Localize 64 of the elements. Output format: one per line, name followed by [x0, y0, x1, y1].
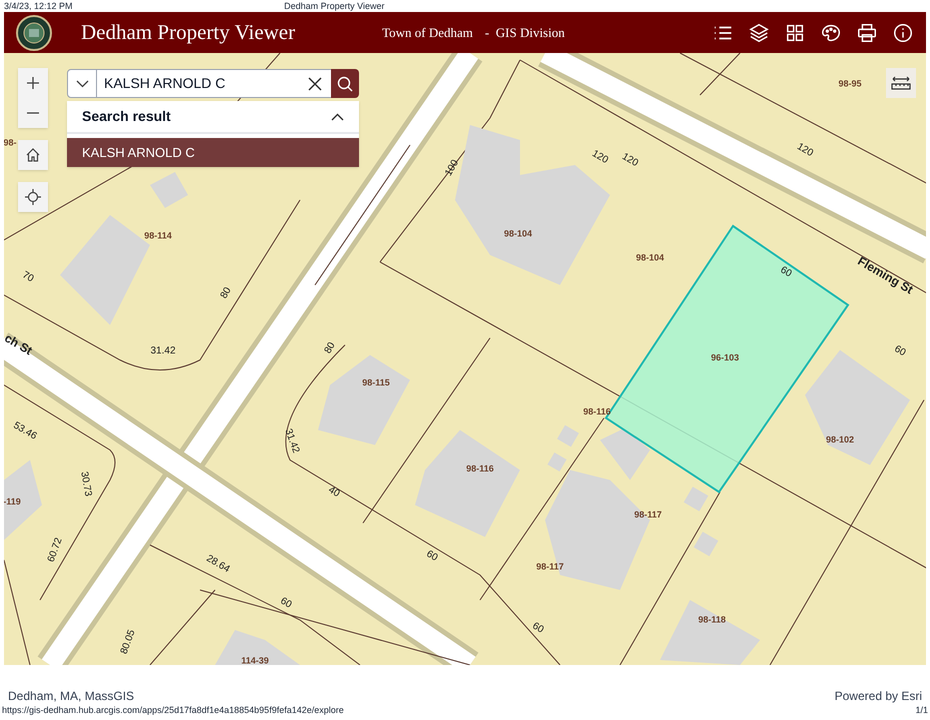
chevron-up-icon	[331, 112, 344, 120]
page-url: https://gis-dedham.hub.arcgis.com/apps/25d17fa8df1e4a18854b95f9fefa142e/explore	[2, 705, 344, 715]
dimension-label: 120	[620, 151, 640, 170]
search-field[interactable]: KALSH ARNOLD C	[97, 69, 299, 98]
print-date: 3/4/23, 12:12 PM	[4, 0, 73, 12]
map-attribution: Dedham, MA, MassGIS	[8, 689, 134, 703]
dimension-label: 30.73	[78, 470, 94, 498]
parcel-id-label: 98-95	[838, 78, 862, 88]
parcel-id-label: 98-114	[144, 230, 172, 240]
locate-button[interactable]	[18, 182, 48, 212]
dimension-label: 70	[20, 270, 36, 285]
parcel-id-label: 98-104	[636, 252, 664, 262]
parcel-id-label: 98-102	[826, 434, 854, 444]
home-button[interactable]	[18, 140, 48, 170]
dimension-label: 40	[326, 484, 342, 500]
dimension-label: 60	[278, 596, 294, 611]
dimension-label: 60	[530, 620, 546, 636]
chevron-down-icon	[76, 80, 88, 88]
dimension-label: 120	[590, 148, 610, 166]
crosshair-icon	[25, 189, 41, 205]
results-heading: Search result	[82, 107, 171, 126]
results-header[interactable]: Search result	[67, 101, 359, 134]
plus-icon	[27, 77, 39, 89]
close-icon	[308, 76, 322, 90]
dimension-label: 60	[892, 344, 908, 359]
layers-icon[interactable]	[748, 22, 770, 44]
parcel-id-label: 96-103	[710, 352, 740, 362]
dimension-label: 28.64	[204, 553, 232, 576]
dimension-label: 31.42	[150, 346, 176, 357]
measure-button[interactable]	[886, 68, 916, 98]
parcel-id-label: 98-117	[634, 509, 662, 520]
search-button[interactable]	[331, 69, 359, 98]
info-icon[interactable]	[892, 22, 914, 44]
parcel-id-label: 98-118	[698, 614, 726, 624]
town-seal-icon	[16, 14, 52, 50]
parcel-id-label: 98-115	[362, 377, 390, 388]
parcel-id-label: 98-	[4, 137, 16, 148]
print-title: Dedham Property Viewer	[284, 0, 384, 12]
print-icon[interactable]	[856, 22, 878, 44]
search-icon	[337, 76, 353, 92]
dimension-label: 100	[443, 158, 462, 178]
dimension-label: 31.42	[282, 427, 302, 455]
dimension-label: 80.05	[118, 628, 138, 656]
parcel-id-label: 98-116	[466, 463, 494, 474]
home-icon	[26, 148, 40, 162]
search-result-item[interactable]: KALSH ARNOLD C	[67, 138, 359, 167]
dimension-label: 60.72	[46, 536, 65, 564]
parcel-id-label: 114-39	[241, 655, 269, 665]
parcel-id-label: 98-104	[504, 228, 532, 238]
ruler-icon	[891, 76, 911, 90]
search-source-dropdown[interactable]	[67, 69, 97, 98]
street-label: ch St	[4, 330, 35, 358]
dimension-label: 80	[218, 286, 234, 301]
page-number: 1/1	[915, 705, 928, 715]
app-title: Dedham Property Viewer	[81, 18, 296, 46]
dimension-label: 120	[794, 141, 815, 160]
dimension-label: 60	[778, 264, 794, 280]
clear-button[interactable]	[299, 69, 331, 98]
powered-by-text: Powered by Esri	[834, 689, 922, 703]
division-name: - GIS Division	[484, 24, 565, 42]
parcel-id-label: 98-117	[536, 561, 564, 572]
dimension-label: 80	[322, 340, 338, 356]
organization-name: Town of Dedham	[382, 24, 473, 42]
dimension-label: 60	[424, 548, 440, 564]
